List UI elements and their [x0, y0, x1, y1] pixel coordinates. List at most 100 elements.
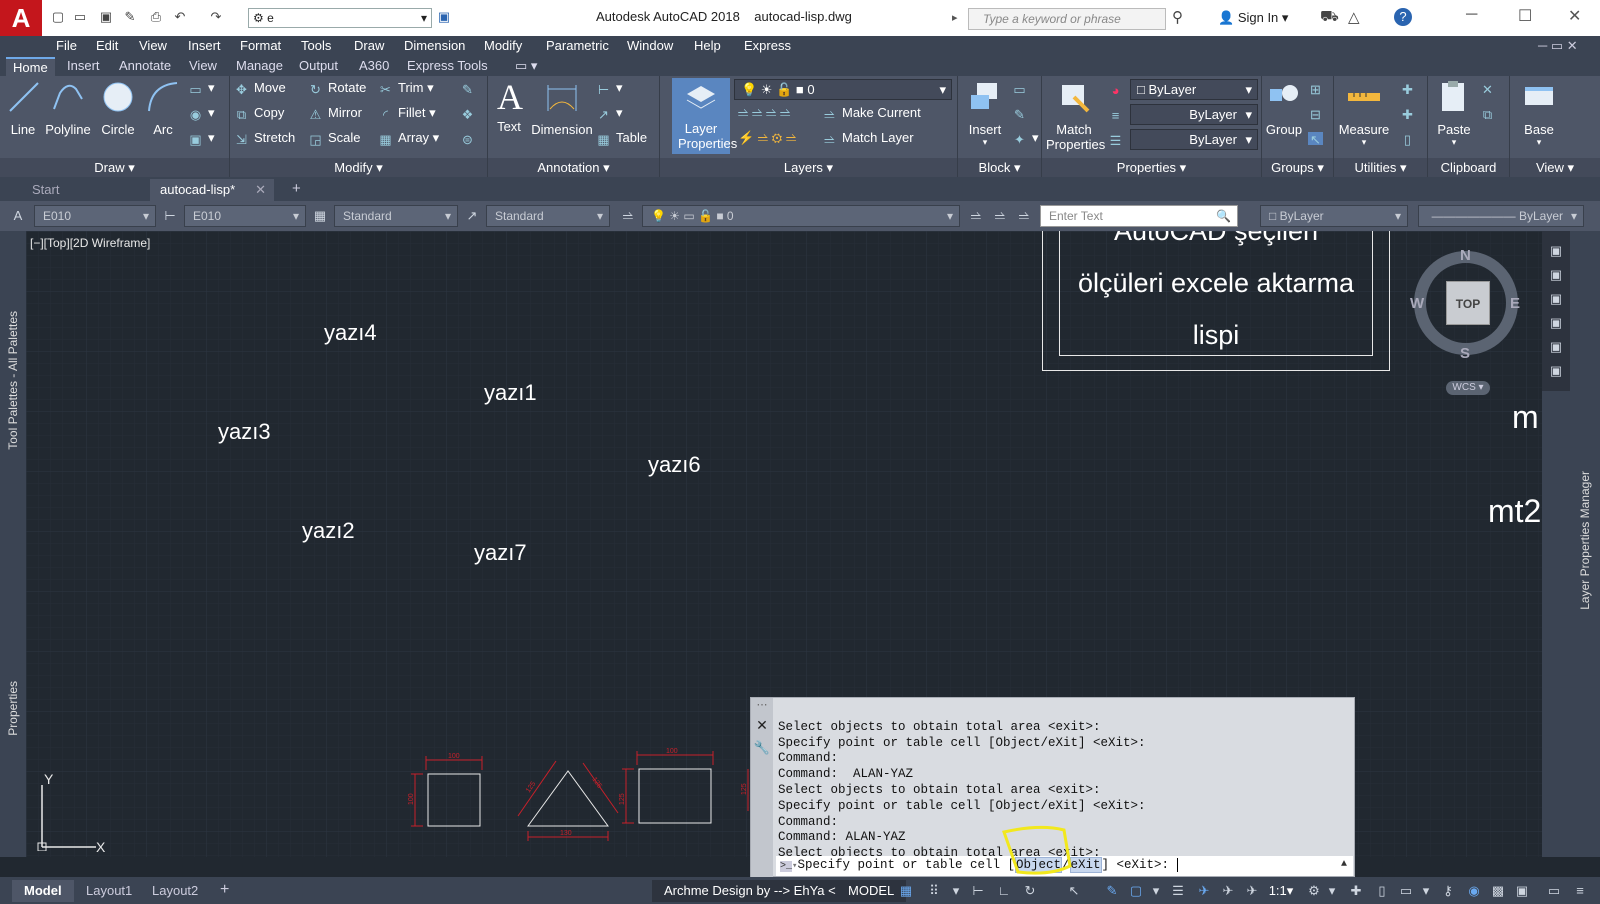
id-point-icon[interactable]: ✚	[1400, 80, 1420, 97]
erase-icon[interactable]: ✎	[460, 80, 480, 97]
paste-button[interactable]: Paste ▾	[1432, 79, 1476, 148]
circle-button[interactable]: Circle	[96, 79, 140, 137]
ortho-icon[interactable]: ∟	[996, 883, 1012, 899]
menu-file[interactable]: File	[56, 38, 77, 53]
add-layout-icon[interactable]: +	[208, 880, 241, 902]
drawing-text-yazi1[interactable]: yazı1	[484, 380, 537, 406]
linetype-icon[interactable]: ☰	[1108, 131, 1128, 148]
menu-edit[interactable]: Edit	[96, 38, 118, 53]
command-close-icon[interactable]: ✕	[751, 717, 773, 734]
enter-text-input[interactable]: Enter Text 🔍	[1040, 205, 1238, 227]
array-button[interactable]: ▦ Array ▾	[378, 130, 439, 147]
layer-properties-manager-tab[interactable]: Layer Properties Manager	[1578, 471, 1592, 610]
layer-bar-dropdown[interactable]: 💡 ☀ ▭ 🔓 ■ 0 ▾	[642, 205, 960, 227]
close-icon[interactable]: ✕	[1568, 6, 1581, 26]
tablestyle-dropdown[interactable]: Standard ▾	[486, 205, 610, 227]
tab-start[interactable]: Start	[22, 179, 152, 201]
undo-icon[interactable]: ↶	[172, 9, 188, 25]
binoculars-icon[interactable]: ⚲	[1172, 8, 1183, 26]
panel-annotation-label[interactable]: Annotation ▾	[488, 158, 659, 177]
cart-icon[interactable]: ⛟	[1320, 8, 1339, 27]
grid-icon[interactable]: ▦	[898, 883, 914, 899]
lock-ui-icon[interactable]: ⚷	[1440, 883, 1456, 899]
text-button[interactable]: A Text	[492, 79, 526, 134]
menu-express[interactable]: Express	[744, 38, 791, 53]
menu-parametric[interactable]: Parametric	[546, 38, 609, 53]
tab-home[interactable]: Home	[6, 57, 55, 76]
osnap-icon[interactable]: ▢	[1128, 883, 1144, 899]
menu-help[interactable]: Help	[694, 38, 721, 53]
fullscreen-icon[interactable]: ▭	[1546, 883, 1562, 899]
measure-button[interactable]: Measure ▾	[1336, 79, 1392, 148]
tab-layout2[interactable]: Layout2	[140, 880, 210, 902]
tab-annotate[interactable]: Annotate	[112, 57, 178, 76]
linear-dim-icon[interactable]: ⊢ ▾	[596, 80, 623, 97]
save-as-icon[interactable]: ✎	[122, 9, 138, 25]
move-button[interactable]: ✥ Move	[234, 80, 286, 97]
drawing-text-yazi2[interactable]: yazı2	[302, 518, 355, 544]
minimize-icon[interactable]: ─	[1466, 6, 1477, 24]
isolate-objects-icon[interactable]: ◉	[1466, 883, 1482, 899]
drawing-text-m[interactable]: m	[1512, 399, 1539, 436]
dimstyle2-dropdown[interactable]: E010 ▾	[184, 205, 306, 227]
polyline-button[interactable]: Polyline	[44, 79, 92, 137]
quick-select-icon[interactable]: ✚	[1400, 105, 1420, 122]
compass-s[interactable]: S	[1460, 345, 1470, 362]
clean-screen-icon[interactable]: ▣	[1514, 883, 1530, 899]
workspace-menu-icon[interactable]: ▾	[1324, 883, 1340, 899]
redo-icon[interactable]: ↷	[208, 9, 224, 25]
calculator-icon[interactable]: ▯	[1400, 130, 1420, 147]
scale-button[interactable]: ◲ Scale	[308, 130, 360, 147]
block-attr-icon[interactable]: ✦ ▾	[1012, 130, 1038, 147]
polar-icon[interactable]: ↻	[1022, 883, 1038, 899]
menu-modify[interactable]: Modify	[484, 38, 522, 53]
lineweight-icon[interactable]: ≡	[1108, 106, 1128, 123]
dimstyle-dropdown[interactable]: E010 ▾	[34, 205, 156, 227]
cut-icon[interactable]: ✕	[1480, 80, 1500, 97]
maximize-icon[interactable]: ☐	[1518, 6, 1532, 26]
copy-button[interactable]: ⧉ Copy	[234, 105, 285, 122]
drawing-text-mt2[interactable]: mt2	[1488, 493, 1541, 530]
annotation-monitor-icon[interactable]: ✚	[1348, 883, 1364, 899]
command-window-grip[interactable]: ⋯ ✕ 🔧	[751, 698, 773, 878]
open-file-icon[interactable]: ▭	[72, 9, 88, 25]
linetype-dropdown[interactable]: ByLayer ▾	[1130, 129, 1258, 150]
help-search-input[interactable]: Type a keyword or phrase	[968, 8, 1166, 30]
lineweight-toggle-icon[interactable]: ✎	[1104, 883, 1120, 899]
panel-groups-label[interactable]: Groups ▾	[1262, 158, 1333, 177]
tab-layout1[interactable]: Layout1	[74, 880, 144, 902]
help-icon[interactable]: ?	[1394, 8, 1412, 26]
tool-palettes-tab[interactable]: Tool Palettes - All Palettes	[6, 311, 20, 450]
layer-tools-row1[interactable]: ⥬ ⥬ ⥬ ⥬	[738, 105, 790, 121]
insert-block-button[interactable]: Insert ▾	[964, 79, 1006, 148]
doc-window-controls[interactable]: ─ ▭ ✕	[1538, 38, 1578, 54]
base-view-button[interactable]: Base ▾	[1514, 79, 1564, 148]
tab-a360[interactable]: A360	[352, 57, 396, 76]
viewcube-top-face[interactable]: TOP	[1446, 281, 1490, 325]
customization-icon[interactable]: ≡	[1572, 883, 1588, 899]
tab-insert[interactable]: Insert	[60, 57, 107, 76]
create-block-icon[interactable]: ▭	[1012, 80, 1032, 97]
layer-manager-icon[interactable]: ⥬	[620, 208, 636, 224]
rectangle-icon[interactable]: ▭ ▾	[188, 80, 214, 97]
textstyle-dropdown[interactable]: Standard ▾	[334, 205, 458, 227]
panel-draw-label[interactable]: Draw ▾	[0, 158, 229, 177]
drawing-text-yazi3[interactable]: yazı3	[218, 419, 271, 445]
annotation-scale-value[interactable]: 1:1▾	[1266, 883, 1296, 899]
snap-menu-icon[interactable]: ▾	[948, 883, 964, 899]
menu-window[interactable]: Window	[627, 38, 673, 53]
new-tab-icon[interactable]: +	[282, 179, 311, 201]
panel-layers-label[interactable]: Layers ▾	[660, 158, 957, 177]
workspace-switch-icon[interactable]: ⚙	[1306, 883, 1322, 899]
save-icon[interactable]: ▣	[98, 9, 114, 25]
menu-insert[interactable]: Insert	[188, 38, 221, 53]
tab-autocad-lisp[interactable]: autocad-lisp* ✕	[150, 179, 274, 201]
autoscale-icon[interactable]: ✈	[1220, 883, 1236, 899]
plot-icon[interactable]: ⎙	[148, 9, 164, 25]
drawing-text-yazi6[interactable]: yazı6	[648, 452, 701, 478]
tab-express-tools[interactable]: Express Tools	[400, 57, 495, 76]
panel-block-label[interactable]: Block ▾	[958, 158, 1041, 177]
transparency-icon[interactable]: ☰	[1170, 883, 1186, 899]
compass-n[interactable]: N	[1460, 247, 1471, 264]
layer-tools-row2[interactable]: ⚡ ⥬ ⚙ ⥬	[738, 130, 796, 146]
